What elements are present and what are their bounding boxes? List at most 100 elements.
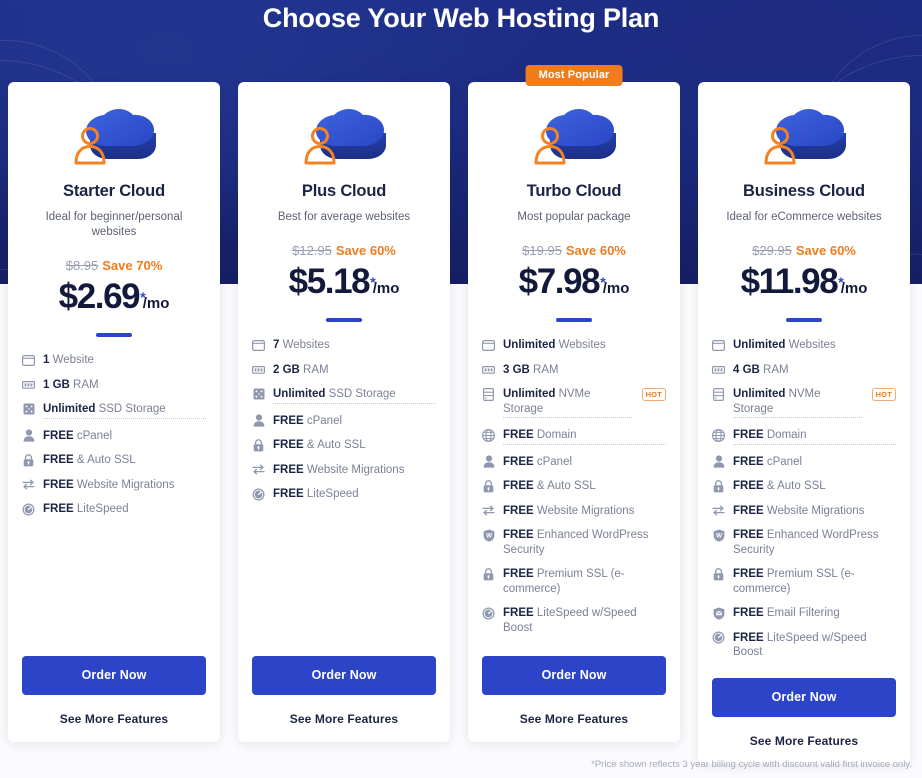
feature-item: FREE cPanel xyxy=(712,455,896,470)
plan-name: Business Cloud xyxy=(743,182,865,200)
feature-highlight: FREE xyxy=(273,439,304,451)
current-price: $11.98 xyxy=(740,262,839,301)
save-percent: Save 60% xyxy=(795,243,856,258)
plan-tagline: Most popular package xyxy=(517,211,631,223)
price-period: /mo xyxy=(372,280,400,297)
feature-item: 1 Website xyxy=(22,353,206,368)
email-filter-icon xyxy=(712,606,725,620)
save-percent: Save 60% xyxy=(565,243,626,258)
original-price: $12.95 xyxy=(292,243,332,258)
feature-item: 2 GB RAM xyxy=(252,363,436,378)
feature-item: W FREE Enhanced WordPress Security xyxy=(482,528,666,557)
feature-item: Unlimited Websites xyxy=(712,338,896,353)
feature-item: FREE Email Filtering xyxy=(712,606,896,621)
feature-text: FREE Website Migrations xyxy=(273,463,436,478)
feature-label: Domain xyxy=(763,429,807,441)
feature-item: FREE LiteSpeed w/Speed Boost xyxy=(482,606,666,635)
feature-highlight: Unlimited xyxy=(43,403,96,415)
order-now-button[interactable]: Order Now xyxy=(482,656,666,695)
feature-label: SSD Storage xyxy=(95,403,166,415)
feature-highlight: FREE xyxy=(43,503,74,515)
feature-text: FREE Premium SSL (e-commerce) xyxy=(503,567,666,596)
see-more-features-link[interactable]: See More Features xyxy=(252,712,436,726)
feature-item: Unlimited SSD Storage xyxy=(22,402,206,419)
plan-cloud-icon xyxy=(22,94,206,180)
order-now-button[interactable]: Order Now xyxy=(252,656,436,695)
feature-label: Website Migrations xyxy=(533,504,635,517)
feature-item: FREE Website Migrations xyxy=(482,504,666,519)
feature-item: 1 GB RAM xyxy=(22,378,206,393)
feature-text: FREE Website Migrations xyxy=(503,504,666,519)
feature-highlight: 4 GB xyxy=(733,363,760,376)
feature-item: 3 GB RAM xyxy=(482,363,666,378)
feature-text: FREE Domain xyxy=(733,428,896,445)
feature-item: FREE cPanel xyxy=(252,414,436,429)
feature-text: 3 GB RAM xyxy=(503,363,666,378)
feature-label: RAM xyxy=(759,363,789,376)
browser-window-icon xyxy=(252,338,265,352)
order-now-button[interactable]: Order Now xyxy=(22,656,206,695)
feature-item: FREE Domain xyxy=(712,428,896,445)
feature-text: Unlimited Websites xyxy=(733,338,896,353)
price-divider xyxy=(96,333,132,337)
feature-item: FREE & Auto SSL xyxy=(482,479,666,494)
card-spacer xyxy=(252,512,436,657)
ram-icon xyxy=(482,363,495,377)
feature-highlight: FREE xyxy=(733,631,764,644)
feature-item: Unlimited NVMe Storage HOT xyxy=(712,387,896,418)
feature-text: FREE Enhanced WordPress Security xyxy=(733,528,896,557)
migration-arrows-icon xyxy=(712,504,725,518)
feature-highlight: 1 GB xyxy=(43,378,70,391)
current-price: $5.18 xyxy=(288,262,371,301)
discount-row: $29.95 Save 60% xyxy=(712,243,896,258)
feature-item: Unlimited NVMe Storage HOT xyxy=(482,387,666,418)
svg-text:W: W xyxy=(716,532,722,539)
pricing-card-plus-cloud: Plus Cloud Best for average websites $12.9… xyxy=(238,82,450,742)
feature-highlight: FREE xyxy=(733,480,764,492)
wordpress-shield-icon: W xyxy=(482,528,495,542)
user-icon xyxy=(252,414,265,428)
feature-highlight: FREE xyxy=(503,529,534,541)
feature-highlight: FREE xyxy=(503,429,534,441)
feature-text: 1 Website xyxy=(43,353,206,368)
discount-row: $12.95 Save 60% xyxy=(252,243,436,258)
see-more-features-link[interactable]: See More Features xyxy=(22,712,206,726)
feature-highlight: FREE xyxy=(503,455,534,468)
plan-cloud-icon xyxy=(482,94,666,180)
feature-item: FREE cPanel xyxy=(22,429,206,444)
feature-text: Unlimited NVMe Storage xyxy=(733,387,862,418)
see-more-features-link[interactable]: See More Features xyxy=(712,734,896,748)
order-now-button[interactable]: Order Now xyxy=(712,677,896,717)
original-price: $19.95 xyxy=(522,243,562,258)
feature-highlight: Unlimited xyxy=(733,388,786,400)
plan-tagline: Ideal for beginner/personal websites xyxy=(45,211,183,238)
feature-item: FREE & Auto SSL xyxy=(22,453,206,468)
pricing-card-business-cloud: Business Cloud Ideal for eCommerce websit… xyxy=(698,82,910,764)
feature-text: Unlimited SSD Storage xyxy=(273,387,436,404)
user-icon xyxy=(712,455,725,469)
speed-gauge-icon xyxy=(482,606,495,620)
cloud-plan-icon xyxy=(764,109,846,165)
feature-highlight: Unlimited xyxy=(503,388,556,400)
feature-text: FREE cPanel xyxy=(733,455,896,470)
see-more-features-link[interactable]: See More Features xyxy=(482,712,666,726)
feature-highlight: FREE xyxy=(733,429,764,441)
feature-text: Unlimited NVMe Storage xyxy=(503,387,632,418)
feature-text: FREE Domain xyxy=(503,428,666,445)
feature-highlight: FREE xyxy=(503,607,534,619)
feature-text: FREE Website Migrations xyxy=(43,478,206,493)
ram-icon xyxy=(712,363,725,377)
feature-text: 2 GB RAM xyxy=(273,363,436,378)
feature-text: FREE Email Filtering xyxy=(733,606,896,621)
feature-label: Websites xyxy=(785,339,836,351)
feature-item: FREE Website Migrations xyxy=(712,504,896,519)
feature-label: RAM xyxy=(69,378,99,391)
feature-label: RAM xyxy=(299,363,329,376)
price-period: /mo xyxy=(840,280,868,297)
feature-list: 1 Website 1 GB RAM Unlimited SSD Storage FR… xyxy=(22,353,206,527)
feature-highlight: FREE xyxy=(273,414,304,427)
original-price: $8.95 xyxy=(65,258,99,273)
plan-name: Plus Cloud xyxy=(301,182,387,200)
price-divider xyxy=(786,318,822,322)
feature-label: LiteSpeed xyxy=(303,488,359,500)
